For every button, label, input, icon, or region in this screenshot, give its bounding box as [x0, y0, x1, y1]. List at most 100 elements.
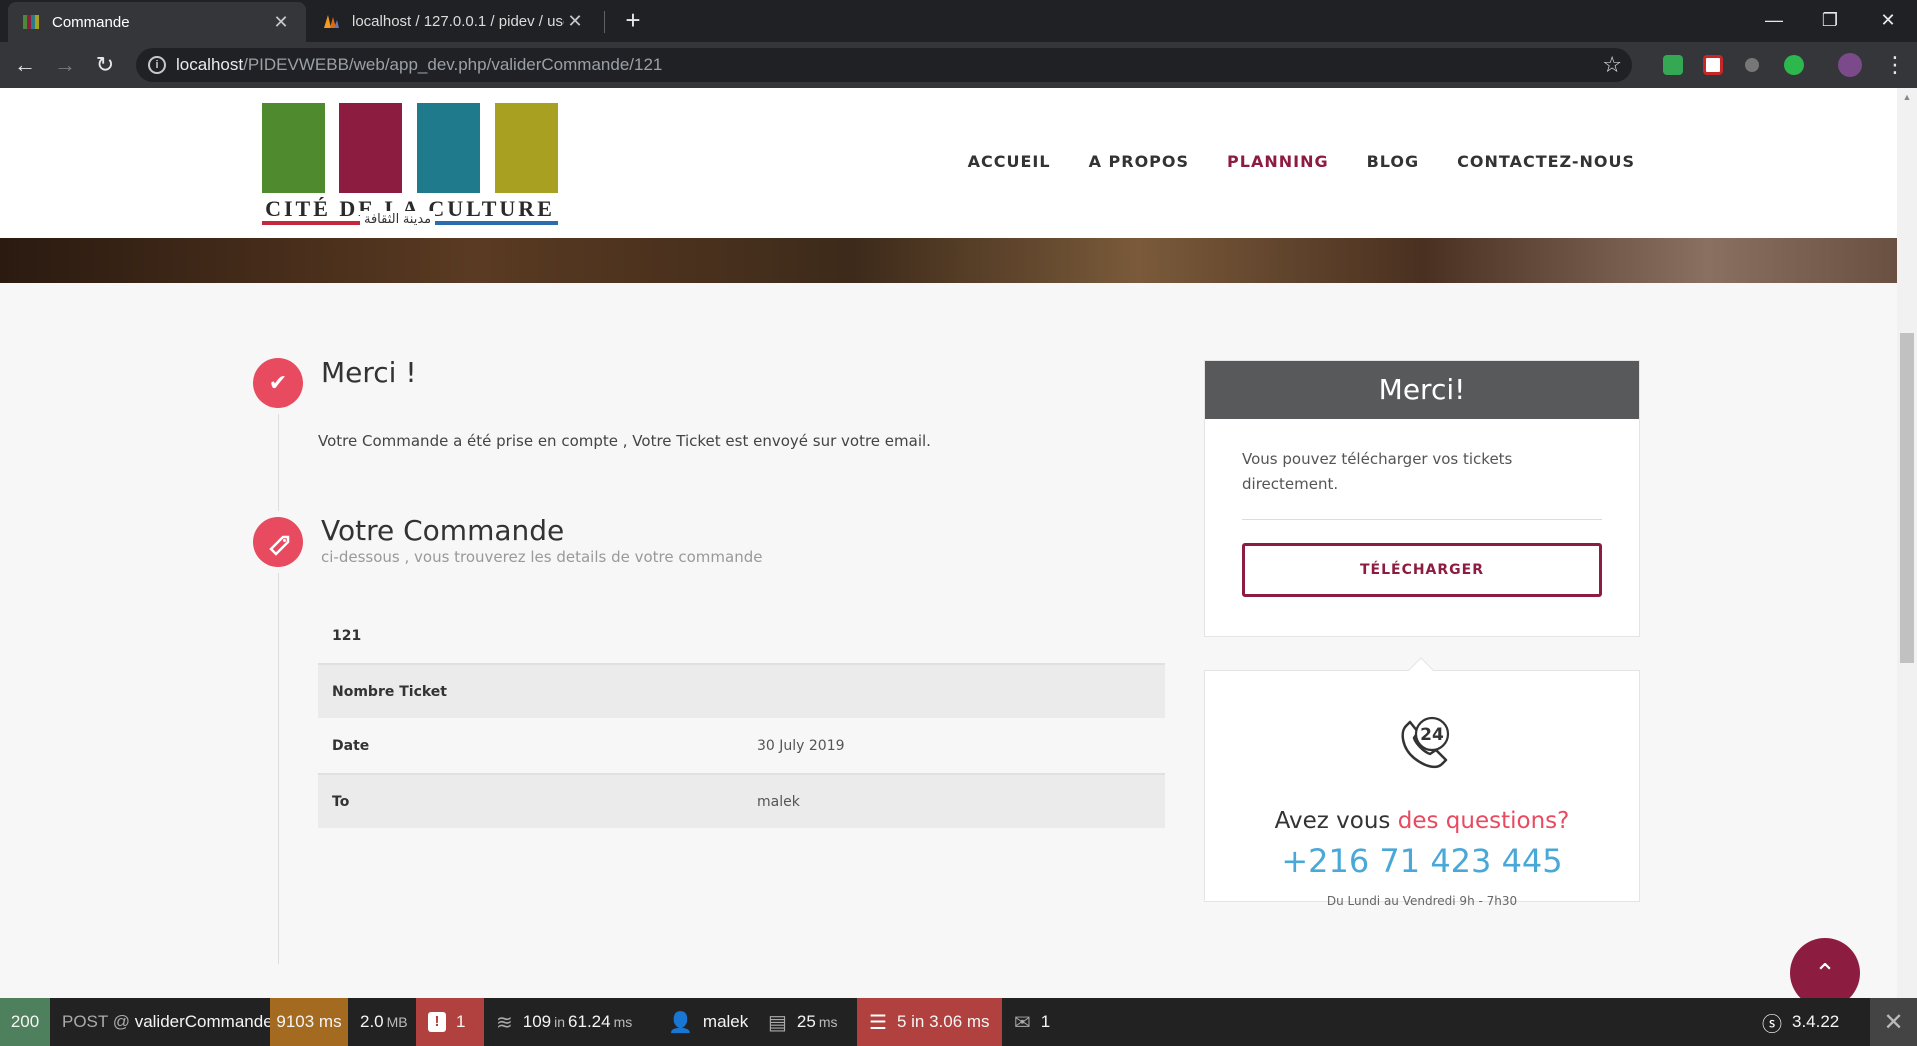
- tab-title: Commande: [52, 13, 130, 31]
- logo-block-maroon: [339, 103, 402, 193]
- restore-icon[interactable]: ❐: [1802, 0, 1858, 40]
- render-time-icon: ▤: [768, 1011, 787, 1034]
- logo-block-green: [262, 103, 325, 193]
- mail-count: 1: [1040, 1012, 1051, 1031]
- memory-usage[interactable]: 2.0 MB: [348, 998, 416, 1046]
- table-row: Nombre Ticket: [318, 663, 1165, 718]
- page-scrollbar[interactable]: ▲: [1897, 88, 1917, 998]
- tab-commande[interactable]: Commande ✕: [8, 2, 306, 42]
- nav-blog[interactable]: BLOG: [1367, 152, 1420, 171]
- error-count: 1: [456, 1012, 466, 1031]
- nav-contactez-nous[interactable]: CONTACTEZ-NOUS: [1457, 152, 1635, 171]
- mailer-panel[interactable]: ✉ 1: [1002, 998, 1072, 1046]
- request-time-badge[interactable]: 9103 ms: [270, 998, 348, 1046]
- divider: [1242, 519, 1602, 520]
- db-queries: 5 in 3.06 ms: [896, 1012, 990, 1031]
- layers-icon: ≋: [496, 1011, 513, 1034]
- database-badge[interactable]: ☰ 5 in 3.06 ms: [857, 998, 1002, 1046]
- close-toolbar-icon[interactable]: ✕: [1870, 998, 1917, 1046]
- url-text: localhost/PIDEVWEBB/web/app_dev.php/vali…: [176, 55, 663, 74]
- merci-box: Merci! Vous pouvez télécharger vos ticke…: [1204, 360, 1640, 637]
- new-tab-icon[interactable]: +: [620, 7, 646, 34]
- download-button[interactable]: TÉLÉCHARGER: [1242, 543, 1602, 597]
- extension-dot-icon[interactable]: [1745, 58, 1759, 72]
- extension-icon[interactable]: [1663, 55, 1683, 75]
- address-bar[interactable]: i localhost/PIDEVWEBB/web/app_dev.php/va…: [136, 48, 1632, 82]
- site-logo[interactable]: CITÉ DE LA CULTURE مدينة الثقافة: [260, 103, 560, 227]
- table-row: 121: [318, 608, 1165, 663]
- scrollbar-thumb[interactable]: [1900, 333, 1914, 663]
- page: CITÉ DE LA CULTURE مدينة الثقافة ACCUEIL…: [0, 88, 1897, 998]
- tab-title: localhost / 127.0.0.1 / pidev / use: [352, 12, 564, 30]
- profile-avatar[interactable]: [1838, 53, 1862, 77]
- forward-icon[interactable]: →: [50, 50, 80, 80]
- twig-panel[interactable]: ≋ 109 in 61.24 ms: [484, 998, 648, 1046]
- reload-icon[interactable]: ↻: [90, 50, 120, 80]
- nav-planning[interactable]: PLANNING: [1227, 152, 1329, 171]
- timeline-line: [278, 364, 279, 964]
- browser-toolbar: ← → ↻ i localhost/PIDEVWEBB/web/app_dev.…: [0, 42, 1917, 88]
- menu-icon[interactable]: ⋮: [1880, 50, 1910, 80]
- nav-a-propos[interactable]: A PROPOS: [1089, 152, 1189, 171]
- help-question-b: des questions?: [1397, 808, 1570, 834]
- tab-phpmyadmin[interactable]: localhost / 127.0.0.1 / pidev / use ✕: [310, 0, 600, 42]
- row-value: 30 July 2019: [757, 737, 845, 754]
- logo-block-olive: [495, 103, 558, 193]
- bookmark-star-icon[interactable]: ☆: [1602, 52, 1622, 78]
- mail-icon: ✉: [1014, 1011, 1031, 1034]
- back-to-top-button[interactable]: ⌃: [1790, 938, 1860, 998]
- row-label: To: [332, 793, 350, 810]
- close-tab-icon[interactable]: ✕: [564, 10, 586, 32]
- render-time-panel[interactable]: ▤ 25 ms: [756, 998, 856, 1046]
- memory-value: 2.0: [360, 1012, 384, 1031]
- memory-unit: MB: [386, 1014, 408, 1030]
- pocket-extension-icon[interactable]: [1703, 55, 1723, 75]
- site-info-icon[interactable]: i: [148, 56, 166, 74]
- step-text-merci: Votre Commande a été prise en compte , V…: [318, 432, 931, 450]
- database-icon: ☰: [869, 1011, 887, 1034]
- twig-count: 109: [522, 1012, 552, 1031]
- route-name: validerCommande: [134, 1012, 273, 1031]
- step-subtitle-commande: ci-dessous , vous trouverez les details …: [321, 548, 763, 566]
- symfony-version[interactable]: ⓢ 3.4.22: [1750, 998, 1870, 1046]
- twig-unit: ms: [613, 1014, 633, 1030]
- status-code-badge[interactable]: 200: [0, 998, 50, 1046]
- row-label: Nombre Ticket: [332, 683, 447, 700]
- render-unit: ms: [818, 1014, 838, 1030]
- user-icon: 👤: [668, 1011, 693, 1034]
- merci-box-text: Vous pouvez télécharger vos tickets dire…: [1242, 450, 1513, 493]
- logo-block-teal: [417, 103, 480, 193]
- request-method: POST @: [62, 1012, 130, 1031]
- check-icon: ✔: [253, 358, 303, 408]
- main-nav: ACCUEIL A PROPOS PLANNING BLOG CONTACTEZ…: [968, 152, 1635, 171]
- twig-in: in: [554, 1014, 566, 1030]
- row-label: Date: [332, 737, 370, 754]
- symfony-debug-toolbar: 200 POST @ validerCommande 9103 ms 2.0 MB…: [0, 998, 1917, 1046]
- minimize-icon[interactable]: —: [1746, 0, 1802, 40]
- back-icon[interactable]: ←: [10, 50, 40, 80]
- close-tab-icon[interactable]: ✕: [270, 11, 292, 33]
- phpmyadmin-favicon-icon: [322, 12, 340, 30]
- tag-icon: [253, 517, 303, 567]
- step-title-commande: Votre Commande: [321, 514, 565, 547]
- request-time: 9103 ms: [276, 1012, 342, 1031]
- svg-text:24: 24: [1420, 725, 1444, 745]
- help-phone-number[interactable]: +216 71 423 445: [1204, 842, 1640, 880]
- user-panel[interactable]: 👤 malek: [656, 998, 756, 1046]
- help-question: Avez vous des questions?: [1204, 808, 1640, 834]
- nav-accueil[interactable]: ACCUEIL: [968, 152, 1051, 171]
- order-details-table: 121 Nombre Ticket Date 30 July 2019 To m…: [318, 608, 1165, 828]
- browser-tabbar: Commande ✕ localhost / 127.0.0.1 / pidev…: [0, 0, 1917, 42]
- status-code: 200: [10, 1012, 40, 1031]
- row-value: malek: [757, 793, 800, 810]
- close-window-icon[interactable]: ✕: [1860, 0, 1916, 40]
- table-row: To malek: [318, 773, 1165, 828]
- errors-badge[interactable]: ! 1: [416, 998, 484, 1046]
- help-hours: Du Lundi au Vendredi 9h - 7h30: [1326, 894, 1518, 908]
- request-route[interactable]: POST @ validerCommande: [50, 998, 273, 1046]
- play-extension-icon[interactable]: [1784, 55, 1804, 75]
- phone-24-icon: 24: [1392, 712, 1456, 776]
- table-row: Date 30 July 2019: [318, 718, 1165, 773]
- scroll-up-icon[interactable]: ▲: [1897, 88, 1917, 106]
- hero-banner-strip: [0, 238, 1897, 283]
